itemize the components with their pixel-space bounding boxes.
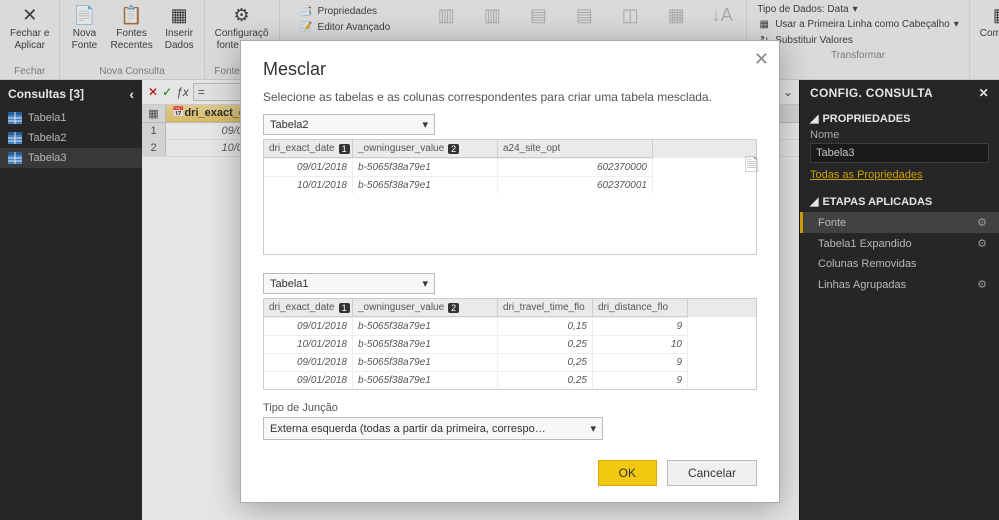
dialog-title: Mesclar	[263, 59, 757, 80]
col-header[interactable]: dri_distance_flo	[593, 299, 688, 317]
dialog-subtitle: Selecione as tabelas e as colunas corres…	[263, 90, 757, 104]
select-value: Externa esquerda (todas a partir da prim…	[270, 423, 546, 435]
col-header[interactable]: dri_exact_date1	[264, 140, 353, 158]
join-kind-label: Tipo de Junção	[263, 402, 757, 414]
preview-row[interactable]: 09/01/2018b-5065f38a79e10,259	[264, 371, 756, 389]
chevron-down-icon: ▾	[422, 277, 428, 290]
chevron-down-icon: ▾	[422, 118, 428, 131]
preview-row[interactable]: 09/01/2018b-5065f38a79e1602370000	[264, 158, 756, 176]
preview-row[interactable]: 10/01/2018b-5065f38a79e1602370001	[264, 176, 756, 194]
chevron-down-icon: ▾	[590, 422, 596, 435]
dialog-close-icon[interactable]: ✕	[754, 49, 769, 70]
table1-preview[interactable]: dri_exact_date1 _owninguser_value2 a24_s…	[263, 139, 757, 255]
table2-select[interactable]: Tabela1 ▾	[263, 273, 435, 294]
col-header[interactable]: dri_exact_date1	[264, 299, 353, 317]
col-header[interactable]: _owninguser_value2	[353, 299, 498, 317]
col-header[interactable]: dri_travel_time_flo	[498, 299, 593, 317]
cancel-button[interactable]: Cancelar	[667, 460, 757, 486]
new-query-icon[interactable]: 🗎	[745, 153, 759, 183]
preview-row[interactable]: 09/01/2018b-5065f38a79e10,259	[264, 353, 756, 371]
preview-row[interactable]: 10/01/2018b-5065f38a79e10,2510	[264, 335, 756, 353]
merge-dialog: ✕ Mesclar Selecione as tabelas e as colu…	[240, 40, 780, 503]
table2-preview[interactable]: dri_exact_date1 _owninguser_value2 dri_t…	[263, 298, 757, 390]
col-header[interactable]: a24_site_opt	[498, 140, 653, 158]
select-value: Tabela2	[270, 119, 309, 131]
join-kind-select[interactable]: Externa esquerda (todas a partir da prim…	[263, 417, 603, 440]
select-value: Tabela1	[270, 278, 309, 290]
table1-select[interactable]: Tabela2 ▾	[263, 114, 435, 135]
ok-button[interactable]: OK	[598, 460, 657, 486]
preview-row[interactable]: 09/01/2018b-5065f38a79e10,159	[264, 317, 756, 335]
col-header[interactable]: _owninguser_value2	[353, 140, 498, 158]
